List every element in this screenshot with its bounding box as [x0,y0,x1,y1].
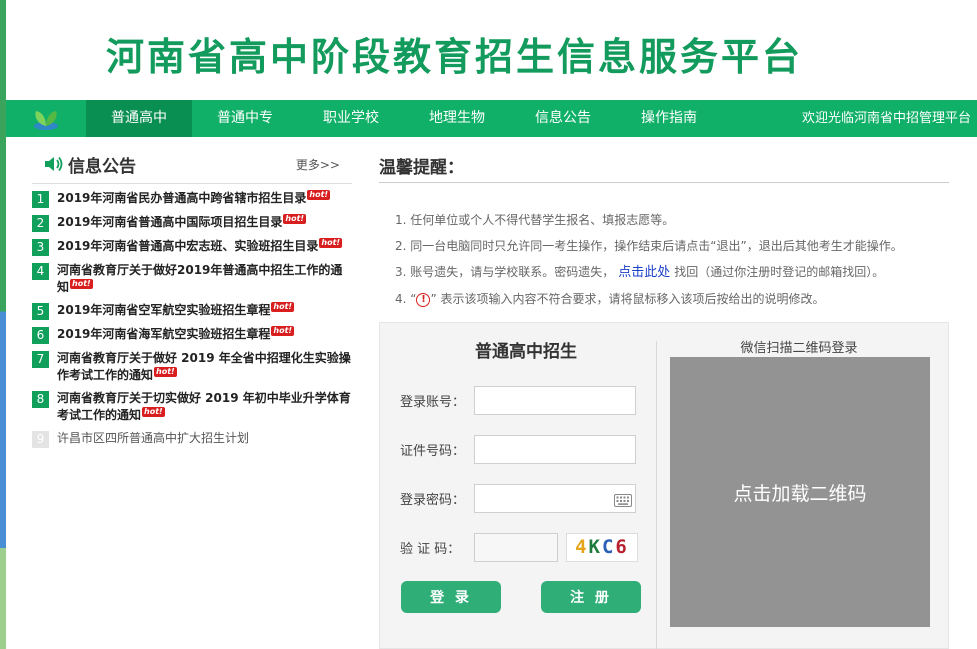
notice-title: 信息公告 [68,157,136,177]
tips-list: 1. 任何单位或个人不得代替学生报名、填报志愿等。 2. 同一台电脑同时只允许同… [379,207,949,312]
left-edge-blue [0,318,6,548]
tips-panel: 温馨提醒： 1. 任何单位或个人不得代替学生报名、填报志愿等。 2. 同一台电脑… [379,150,949,312]
account-label: 登录账号： [400,394,466,410]
nav-item-vocational-school[interactable]: 职业学校 [298,100,404,137]
list-item[interactable]: 3 2019年河南省普通高中宏志班、实验班招生目录 hot! [32,238,352,256]
warning-icon: ! [416,292,431,307]
tip-line: 3. 账号遗失，请与学校联系。密码遗失， 点击此处 找回（通过你注册时登记的邮箱找回… [395,259,949,286]
list-item-title[interactable]: 2019年河南省普通高中宏志班、实验班招生目录 [57,239,318,253]
nav-welcome-text: 欢迎光临河南省中招管理平台 [801,111,971,126]
account-input[interactable] [474,385,636,415]
form-title: 普通高中招生 [475,342,577,362]
password-input[interactable] [474,483,636,513]
list-item[interactable]: 8 河南省教育厅关于切实做好 2019 年初中毕业升学体育考试工作的通知 hot! [32,390,352,424]
tip-line: 2. 同一台电脑同时只允许同一考生操作，操作结束后请点击“退出”，退出后其他考生… [395,239,903,253]
captcha-label: 验 证 码： [400,541,461,557]
list-item[interactable]: 1 2019年河南省民办普通高中跨省辖市招生目录 hot! [32,190,352,208]
list-item[interactable]: 4 河南省教育厅关于做好2019年普通高中招生工作的通知 hot! [32,262,352,296]
notice-header: 信息公告 更多>> [32,148,352,184]
list-item-title[interactable]: 2019年河南省民办普通高中跨省辖市招生目录 [57,191,306,205]
nav-item-geo-bio[interactable]: 地理生物 [404,100,510,137]
tip-text: 3. 账号遗失，请与学校联系。密码遗失， [395,265,615,279]
recover-password-link[interactable]: 点击此处 [614,265,674,280]
notice-list: 1 2019年河南省民办普通高中跨省辖市招生目录 hot! 2 2019年河南省普… [32,190,352,448]
tips-title: 温馨提醒： [379,150,949,183]
list-item-title[interactable]: 2019年河南省空军航空实验班招生章程 [57,303,270,317]
list-item-title[interactable]: 2019年河南省普通高中国际项目招生目录 [57,215,282,229]
list-item-number: 6 [32,327,49,344]
nav-item-vocational-secondary[interactable]: 普通中专 [192,100,298,137]
tip-line: 1. 任何单位或个人不得代替学生报名、填报志愿等。 [395,213,675,227]
hot-badge-icon: hot! [319,238,343,248]
list-item[interactable]: 9 许昌市区四所普通高中扩大招生计划 [32,430,352,448]
list-item[interactable]: 2 2019年河南省普通高中国际项目招生目录 hot! [32,214,352,232]
hot-badge-icon: hot! [70,279,93,289]
hot-badge-icon: hot! [271,302,295,312]
hot-badge-icon: hot! [154,367,177,377]
qr-load-button[interactable]: 点击加载二维码 [670,357,930,627]
list-item-number: 5 [32,303,49,320]
captcha-image[interactable]: 4KC6 [566,532,638,562]
list-item-title[interactable]: 2019年河南省海军航空实验班招生章程 [57,327,270,341]
nav-item-guide[interactable]: 操作指南 [616,100,722,137]
list-item-title[interactable]: 河南省教育厅关于做好2019年普通高中招生工作的通知 [57,263,342,294]
site-title: 河南省高中阶段教育招生信息服务平台 [106,35,804,79]
list-item[interactable]: 5 2019年河南省空军航空实验班招生章程 hot! [32,302,352,320]
hot-badge-icon: hot! [283,214,307,224]
hot-badge-icon: hot! [307,190,331,200]
list-item-number: 8 [32,391,49,408]
tip-line: 4. “!” 表示该项输入内容不符合要求，请将鼠标移入该项后按给出的说明修改。 [395,286,949,312]
list-item-title[interactable]: 许昌市区四所普通高中扩大招生计划 [57,431,249,445]
captcha-row: 验 证 码： 4KC6 [400,532,638,562]
speaker-icon [44,155,64,177]
captcha-text: 4KC6 [575,536,629,558]
notice-panel: 信息公告 更多>> 1 2019年河南省民办普通高中跨省辖市招生目录 hot! 2… [32,148,352,448]
password-row: 登录密码： [400,483,636,513]
nav-item-announcements[interactable]: 信息公告 [510,100,616,137]
list-item-number: 1 [32,191,49,208]
list-item-number: 3 [32,239,49,256]
hot-badge-icon: hot! [271,326,295,336]
list-item[interactable]: 7 河南省教育厅关于做好 2019 年全省中招理化生实验操作考试工作的通知 hot… [32,350,352,384]
nav-item-high-school[interactable]: 普通高中 [86,100,192,137]
qr-title: 微信扫描二维码登录 [740,341,858,356]
list-item-title[interactable]: 河南省教育厅关于切实做好 2019 年初中毕业升学体育考试工作的通知 [57,391,351,422]
keyboard-icon[interactable] [614,492,632,511]
tip-text: ” 表示该项输入内容不符合要求，请将鼠标移入该项后按给出的说明修改。 [430,292,825,306]
list-item-number: 2 [32,215,49,232]
account-row: 登录账号： [400,385,636,415]
id-row: 证件号码： [400,434,636,464]
form-divider [656,341,657,649]
notice-more-link[interactable]: 更多>> [296,156,340,173]
leaf-logo-icon[interactable] [6,100,86,137]
tip-text: 4. “ [395,292,417,306]
list-item[interactable]: 6 2019年河南省海军航空实验班招生章程 hot! [32,326,352,344]
login-box: 普通高中招生 登录账号： 证件号码： 登录密码： 验 证 码： 4KC6 登 录… [379,322,949,649]
hot-badge-icon: hot! [142,407,165,417]
tip-text: 找回（通过你注册时登记的邮箱找回）。 [674,265,885,279]
qr-load-text: 点击加载二维码 [733,482,867,505]
register-button[interactable]: 注 册 [541,581,641,613]
password-label: 登录密码： [400,492,466,508]
site-header: 河南省高中阶段教育招生信息服务平台 [6,0,977,100]
captcha-input[interactable] [474,532,558,562]
list-item-number: 4 [32,263,49,280]
main-nav: 普通高中 普通中专 职业学校 地理生物 信息公告 操作指南 欢迎光临河南省中招管… [6,100,977,137]
list-item-number: 7 [32,351,49,368]
id-label: 证件号码： [400,443,466,459]
id-number-input[interactable] [474,434,636,464]
login-button[interactable]: 登 录 [401,581,501,613]
list-item-title[interactable]: 河南省教育厅关于做好 2019 年全省中招理化生实验操作考试工作的通知 [57,351,351,382]
list-item-number: 9 [32,431,49,448]
